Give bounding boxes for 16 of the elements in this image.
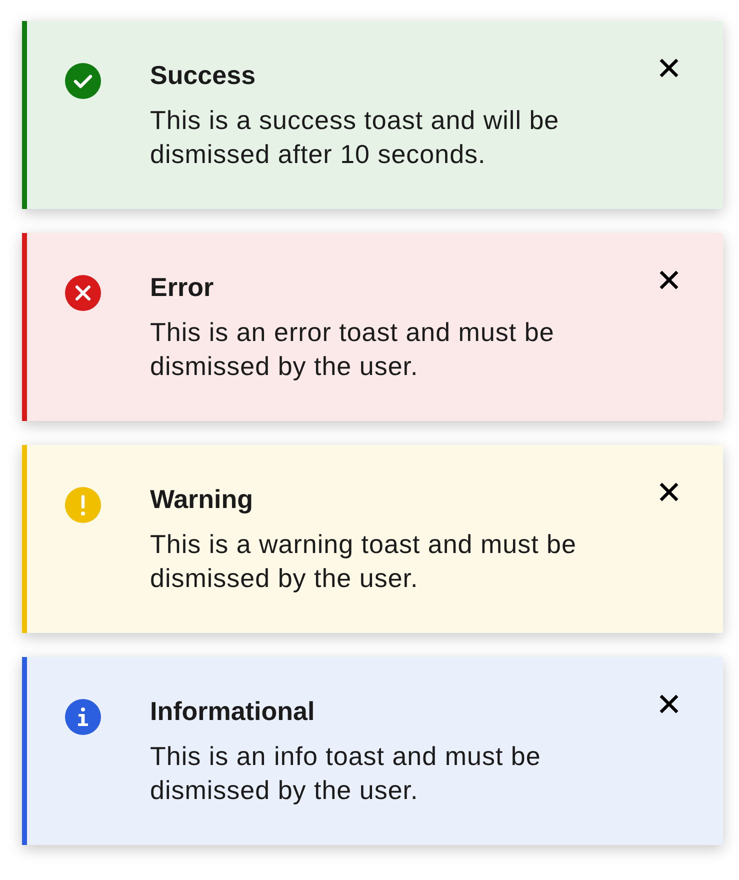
- toast-title: Error: [150, 271, 215, 304]
- close-icon: [659, 482, 679, 502]
- toast-message: This is a warning toast and must be dismissed by the user.: [150, 528, 578, 595]
- toast-message: This is an error toast and must be dismissed by the user.: [150, 316, 556, 383]
- close-button[interactable]: [659, 58, 679, 78]
- toast-message: This is an info toast and must be dismissed by the user.: [150, 740, 542, 807]
- close-icon: [659, 694, 679, 714]
- close-button[interactable]: [659, 270, 679, 290]
- close-icon: [659, 58, 679, 78]
- close-button[interactable]: [659, 482, 679, 502]
- close-button[interactable]: [659, 694, 679, 714]
- toast-message: This is a success toast and will be dismissed after 10 seconds.: [150, 104, 560, 171]
- toast-title: Warning: [150, 483, 254, 516]
- toast-title: Informational: [150, 695, 316, 728]
- toast-title: Success: [150, 59, 257, 92]
- close-icon: [659, 270, 679, 290]
